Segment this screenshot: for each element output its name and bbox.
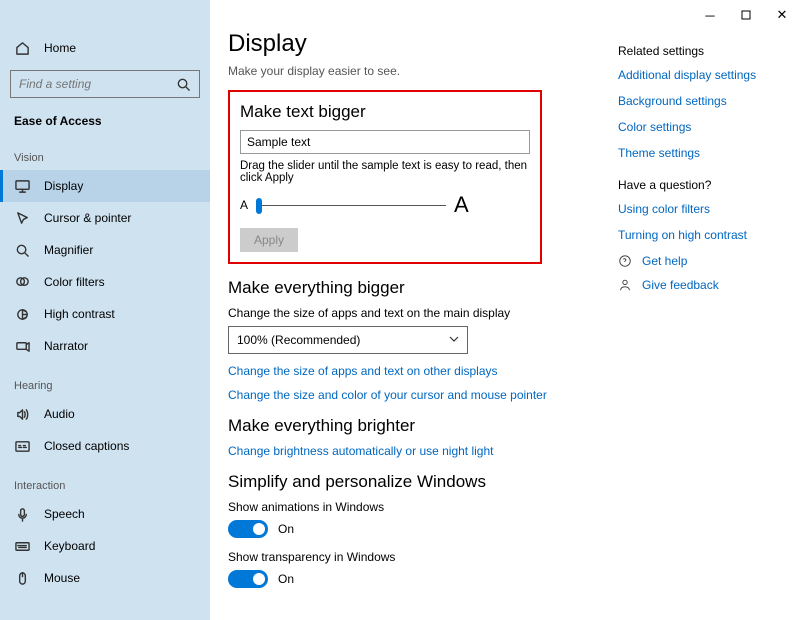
page-title: Display (228, 30, 610, 58)
scale-desc: Change the size of apps and text on the … (228, 306, 610, 320)
help-icon (618, 254, 632, 268)
sidebar-item-label: Magnifier (44, 243, 93, 257)
link-color-filters[interactable]: Using color filters (618, 202, 788, 216)
display-icon (14, 178, 30, 194)
link-other-displays[interactable]: Change the size of apps and text on othe… (228, 364, 610, 378)
search-input-wrap[interactable] (10, 70, 200, 98)
question-header: Have a question? (618, 178, 788, 192)
sidebar-item-audio[interactable]: Audio (0, 398, 210, 430)
sidebar-item-cursor[interactable]: Cursor & pointer (0, 202, 210, 234)
link-high-contrast[interactable]: Turning on high contrast (618, 228, 788, 242)
chevron-down-icon (449, 333, 459, 347)
link-brightness[interactable]: Change brightness automatically or use n… (228, 444, 610, 458)
link-theme[interactable]: Theme settings (618, 146, 788, 160)
minimize-button[interactable]: ─ (692, 0, 728, 30)
cursor-icon (14, 210, 30, 226)
highlight-box: Make text bigger Drag the slider until t… (228, 90, 542, 264)
sidebar-item-magnifier[interactable]: Magnifier (0, 234, 210, 266)
animations-label: Show animations in Windows (228, 500, 610, 514)
sidebar-item-narrator[interactable]: Narrator (0, 330, 210, 362)
sidebar-item-label: Narrator (44, 339, 88, 353)
section-simplify: Simplify and personalize Windows (228, 472, 610, 492)
sidebar-item-label: Display (44, 179, 83, 193)
category-vision: Vision (0, 134, 210, 170)
link-cursor-size[interactable]: Change the size and color of your cursor… (228, 388, 610, 402)
mouse-icon (14, 570, 30, 586)
feedback-icon (618, 278, 632, 292)
sidebar-item-display[interactable]: Display (0, 170, 210, 202)
section-everything-bigger: Make everything bigger (228, 278, 610, 298)
sidebar-item-label: Color filters (44, 275, 105, 289)
sidebar-item-label: Mouse (44, 571, 80, 585)
sidebar-item-contrast[interactable]: High contrast (0, 298, 210, 330)
main-content: Display Make your display easier to see.… (228, 30, 610, 620)
sample-text-input[interactable] (240, 130, 530, 154)
sidebar-item-filters[interactable]: Color filters (0, 266, 210, 298)
section-brighter: Make everything brighter (228, 416, 610, 436)
captions-icon (14, 438, 30, 454)
sidebar-item-label: Closed captions (44, 439, 129, 453)
section-text-bigger: Make text bigger (240, 102, 530, 122)
search-icon (176, 76, 191, 92)
link-color[interactable]: Color settings (618, 120, 788, 134)
sidebar-group-ease: Ease of Access (0, 108, 210, 134)
sidebar-item-label: High contrast (44, 307, 115, 321)
magnifier-icon (14, 242, 30, 258)
filters-icon (14, 274, 30, 290)
sidebar-home[interactable]: Home (0, 32, 210, 64)
sidebar-home-label: Home (44, 41, 76, 55)
close-button[interactable]: ✕ (764, 0, 800, 30)
page-subtitle: Make your display easier to see. (228, 64, 610, 78)
slider-instruction: Drag the slider until the sample text is… (240, 160, 530, 184)
transparency-label: Show transparency in Windows (228, 550, 610, 564)
sidebar-item-mouse[interactable]: Mouse (0, 562, 210, 594)
scale-dropdown[interactable]: 100% (Recommended) (228, 326, 468, 354)
sidebar-item-label: Keyboard (44, 539, 95, 553)
keyboard-icon (14, 538, 30, 554)
category-interaction: Interaction (0, 462, 210, 498)
large-a-label: A (454, 192, 469, 218)
related-header: Related settings (618, 44, 788, 58)
text-size-slider[interactable] (256, 205, 446, 206)
apply-button[interactable]: Apply (240, 228, 298, 252)
related-panel: Related settings Additional display sett… (618, 44, 788, 302)
link-additional-display[interactable]: Additional display settings (618, 68, 788, 82)
get-help[interactable]: Get help (618, 254, 788, 268)
get-help-label: Get help (642, 254, 687, 268)
animations-state: On (278, 522, 294, 536)
slider-thumb[interactable] (256, 198, 262, 214)
transparency-toggle[interactable] (228, 570, 268, 588)
maximize-button[interactable] (728, 0, 764, 30)
speech-icon (14, 506, 30, 522)
audio-icon (14, 406, 30, 422)
animations-toggle[interactable] (228, 520, 268, 538)
sidebar-item-keyboard[interactable]: Keyboard (0, 530, 210, 562)
home-icon (14, 40, 30, 56)
sidebar-item-label: Speech (44, 507, 85, 521)
sidebar-item-captions[interactable]: Closed captions (0, 430, 210, 462)
sidebar-item-label: Audio (44, 407, 75, 421)
give-feedback-label: Give feedback (642, 278, 719, 292)
narrator-icon (14, 338, 30, 354)
contrast-icon (14, 306, 30, 322)
link-background[interactable]: Background settings (618, 94, 788, 108)
category-hearing: Hearing (0, 362, 210, 398)
sidebar-item-label: Cursor & pointer (44, 211, 131, 225)
give-feedback[interactable]: Give feedback (618, 278, 788, 292)
sidebar-item-speech[interactable]: Speech (0, 498, 210, 530)
sidebar: Home Ease of Access Vision Display Curso… (0, 0, 210, 620)
search-input[interactable] (19, 77, 176, 91)
transparency-state: On (278, 572, 294, 586)
dropdown-value: 100% (Recommended) (237, 333, 360, 347)
small-a-label: A (240, 198, 248, 212)
